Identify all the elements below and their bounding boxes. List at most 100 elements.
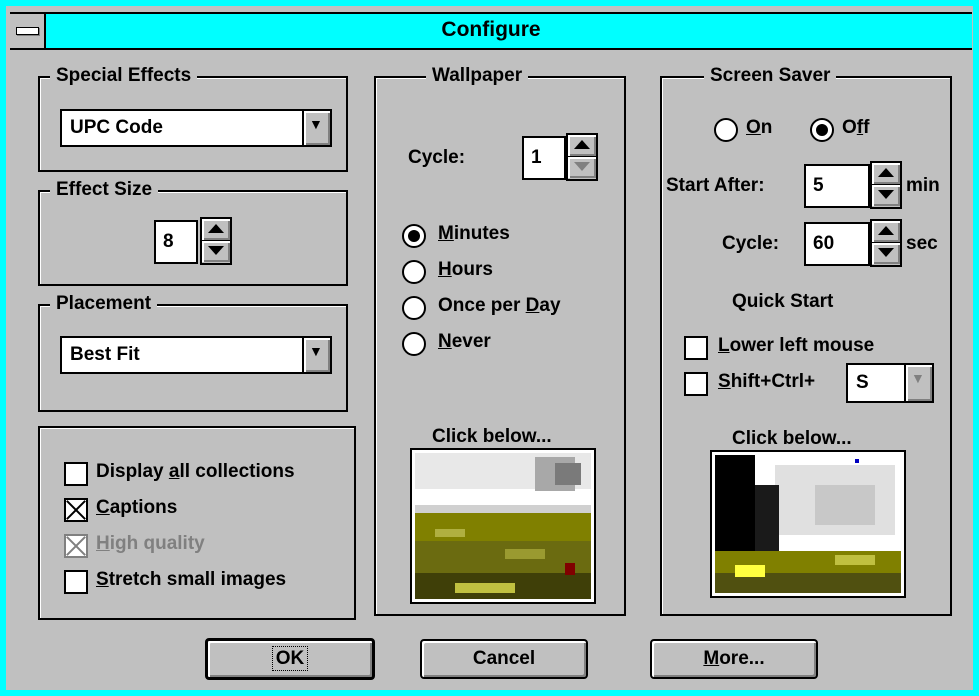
shift-ctrl-checkbox[interactable] [684,372,708,396]
hotkey-dropdown-button[interactable]: ▼ [904,365,932,401]
screen-saver-cycle-unit: sec [906,233,938,254]
stretch-small-images-label[interactable]: Stretch small images [96,569,286,591]
display-all-collections-checkbox[interactable] [64,462,88,486]
start-after-spinner[interactable] [870,161,902,209]
arrow-up-icon [574,140,590,149]
wallpaper-preview-image[interactable] [412,450,594,602]
hours-radio[interactable] [402,260,426,284]
label-mnemonic: C [96,497,110,518]
placement-dropdown-button[interactable]: ▼ [302,338,330,372]
label-mnemonic: a [168,461,180,482]
spin-down-button[interactable] [202,241,230,262]
label-mnemonic: N [438,331,452,352]
lower-left-mouse-label[interactable]: Lower left mouse [718,335,874,357]
wallpaper-cycle-input[interactable]: 1 [522,136,566,180]
high-quality-checkbox [64,534,88,558]
label-part: ore... [719,648,765,669]
configure-dialog: Configure Special Effects UPC Code ▼ Eff… [0,0,979,696]
label-part: ay [539,295,561,316]
placement-combobox[interactable]: Best Fit ▼ [60,336,332,374]
label-mnemonic: S [718,371,731,392]
label-mnemonic: O [746,117,761,138]
spin-down-button[interactable] [872,185,900,206]
special-effects-legend: Special Effects [50,65,198,87]
effect-size-group: Effect Size 8 [38,179,348,286]
window-frame-right [973,0,979,696]
shift-ctrl-label[interactable]: Shift+Ctrl+ [718,371,815,393]
wallpaper-group: Wallpaper Cycle: 1 Minutes Hours Once pe… [374,65,626,616]
chevron-down-icon: ▼ [309,116,323,132]
arrow-up-icon [208,224,224,233]
hotkey-combobox[interactable]: S ▼ [846,363,934,403]
effect-size-spinner[interactable] [200,217,232,265]
never-radio[interactable] [402,332,426,356]
captions-label[interactable]: Captions [96,497,177,519]
arrow-up-icon [878,168,894,177]
placement-legend: Placement [50,293,158,315]
title-bar[interactable]: Configure [10,12,972,50]
screen-saver-cycle-spinner[interactable] [870,219,902,267]
cancel-button-label: Cancel [472,648,536,669]
spin-up-button[interactable] [202,219,230,242]
spin-down-button[interactable] [872,243,900,264]
chevron-down-icon: ▼ [309,343,323,359]
wallpaper-click-below-label: Click below... [432,426,552,447]
label-part: ours [451,259,493,280]
spin-up-button[interactable] [872,221,900,244]
special-effects-combobox[interactable]: UPC Code ▼ [60,109,332,147]
label-part: Display [96,461,169,482]
cancel-button[interactable]: Cancel [420,639,588,679]
special-effects-group: Special Effects UPC Code ▼ [38,65,348,172]
window-title: Configure [441,18,541,41]
ok-button[interactable]: OK [205,638,375,680]
chevron-down-icon: ▼ [911,370,925,386]
spin-up-button[interactable] [568,135,596,158]
minutes-radio[interactable] [402,224,426,248]
arrow-up-icon [878,226,894,235]
wallpaper-cycle-value: 1 [531,147,542,168]
display-all-collections-label[interactable]: Display all collections [96,461,295,483]
lower-left-mouse-checkbox[interactable] [684,336,708,360]
wallpaper-preview-picture [415,453,591,599]
arrow-down-icon [574,162,590,171]
window-frame-bottom [0,690,979,696]
quick-start-label: Quick Start [732,291,834,312]
effect-size-input[interactable]: 8 [154,220,198,264]
label-mnemonic: M [703,648,720,669]
screen-saver-preview-picture [715,455,901,593]
window-frame-left [0,0,6,696]
screen-saver-off-label[interactable]: Off [842,117,869,139]
label-part: igh quality [109,533,205,554]
label-mnemonic: D [525,295,540,316]
label-part: ever [451,331,491,352]
placement-value: Best Fit [70,344,140,365]
window-frame-top [0,0,979,6]
screen-saver-off-radio[interactable] [810,118,834,142]
once-per-day-label[interactable]: Once per Day [438,295,561,317]
screen-saver-on-radio[interactable] [714,118,738,142]
screen-saver-cycle-input[interactable]: 60 [804,222,870,266]
start-after-input[interactable]: 5 [804,164,870,208]
label-mnemonic: M [438,223,454,244]
label-part: inutes [453,223,510,244]
more-button[interactable]: More... [650,639,818,679]
minutes-label[interactable]: Minutes [438,223,510,245]
special-effects-value: UPC Code [70,117,163,138]
special-effects-dropdown-button[interactable]: ▼ [302,111,330,145]
wallpaper-cycle-spinner[interactable] [566,133,598,181]
start-after-label: Start After: [666,175,765,196]
screen-saver-preview-image[interactable] [712,452,904,596]
screen-saver-on-label[interactable]: On [746,117,772,139]
never-label[interactable]: Never [438,331,491,353]
captions-checkbox[interactable] [64,498,88,522]
hours-label[interactable]: Hours [438,259,493,281]
spin-down-button [568,157,596,178]
label-part: f [863,117,870,138]
label-part: O [842,117,857,138]
once-per-day-radio[interactable] [402,296,426,320]
label-part: n [760,117,773,138]
label-mnemonic: H [438,259,452,280]
ok-button-label: OK [271,646,309,671]
spin-up-button[interactable] [872,163,900,186]
stretch-small-images-checkbox[interactable] [64,570,88,594]
